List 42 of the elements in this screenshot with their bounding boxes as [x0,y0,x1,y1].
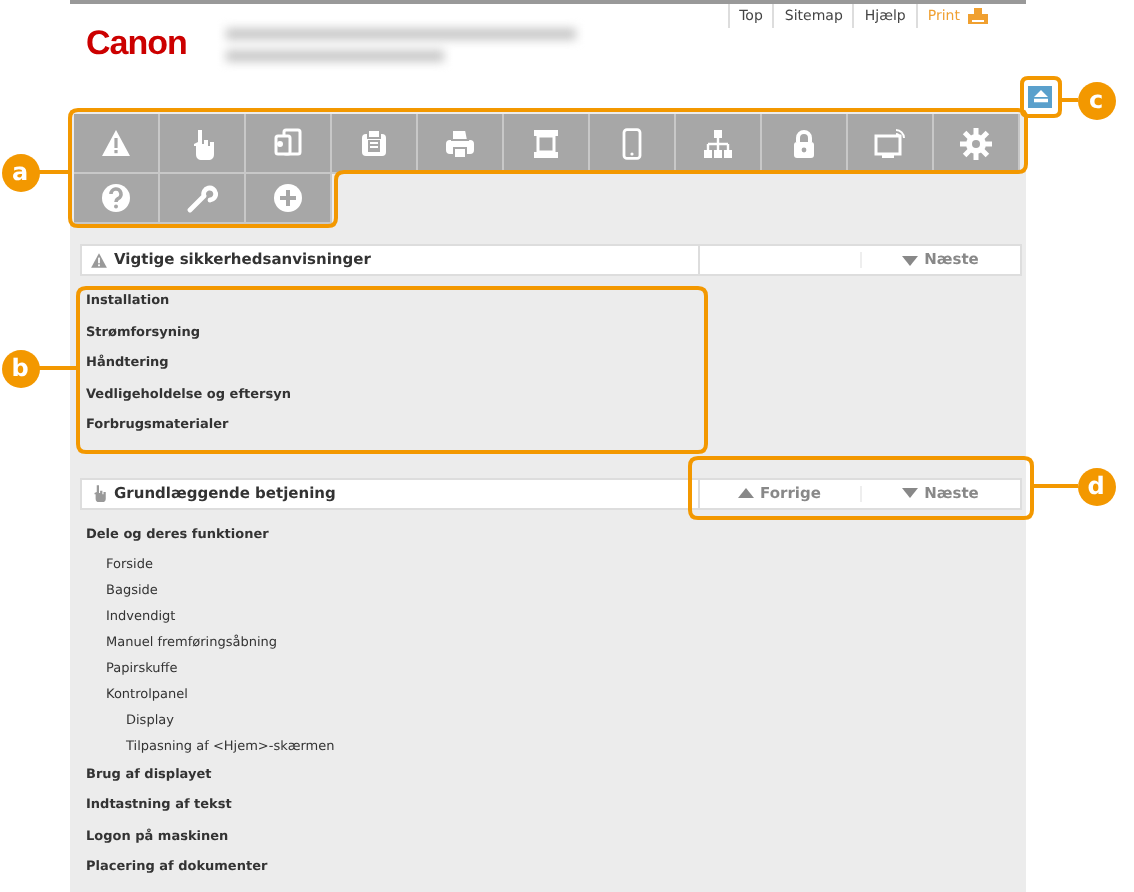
toolbar-button[interactable] [676,114,762,174]
help-icon [100,182,132,214]
toolbar-button[interactable] [332,114,418,174]
plus-icon [272,182,304,214]
logo: Canon [86,24,187,64]
toolbar-button[interactable] [160,174,246,224]
toolbar-button[interactable] [160,114,246,174]
toolbar-button[interactable] [246,174,332,224]
toolbar-button[interactable] [762,114,848,174]
fax-icon [358,127,390,159]
scanner-icon [530,127,562,159]
toolbar-button[interactable] [246,114,332,174]
toolbar-button[interactable] [504,114,590,174]
callout-badge: b [1,349,39,387]
network-icon [702,127,734,159]
callout-badge: c [1077,81,1115,119]
leader-line [1032,484,1078,488]
toolbar-button[interactable] [74,174,160,224]
warning-icon [90,251,108,269]
leader-line [1060,98,1078,102]
printer-icon [444,127,476,159]
toolbar-button[interactable] [590,114,676,174]
toolbar-button[interactable] [848,114,934,174]
warning-icon [100,127,132,159]
copy-icon [272,127,304,159]
callout-badge: a [1,153,39,191]
wrench-icon [186,182,218,214]
leader-line [38,170,70,174]
toolbar-button[interactable] [418,114,504,174]
toolbar-button[interactable] [934,114,1020,174]
toolbar-button[interactable] [74,114,160,174]
monitor-wireless-icon [874,127,906,159]
arrow-up-icon [1033,90,1047,104]
callout-badge: d [1077,467,1115,505]
caret-down-icon [902,255,919,265]
leader-line [38,366,78,370]
settings-icon [960,127,992,159]
caret-up-icon [738,488,755,499]
hand-pointer-icon [90,484,108,503]
caret-down-icon [902,488,919,499]
lock-icon [788,127,820,159]
scroll-to-top-button[interactable] [1028,86,1052,108]
